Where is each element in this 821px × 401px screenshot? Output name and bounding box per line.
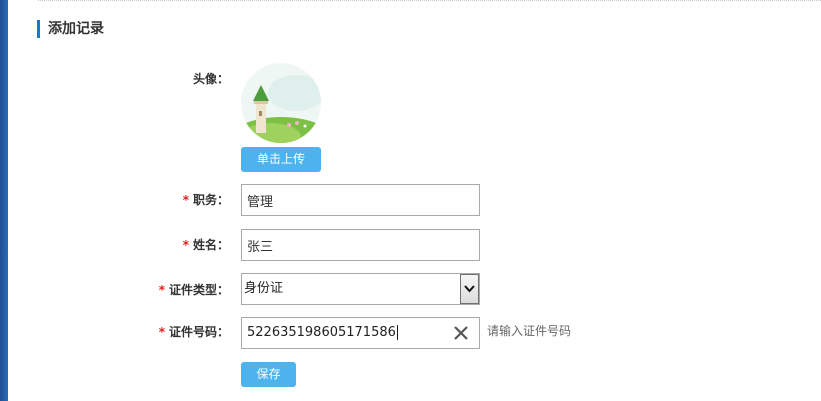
required-mark: *: [182, 193, 189, 207]
avatar-image: [241, 63, 321, 143]
left-edge-bar: [0, 0, 8, 401]
name-input[interactable]: [242, 230, 467, 260]
id-type-select[interactable]: 身份证: [241, 273, 480, 305]
section-title: 添加记录: [37, 20, 104, 38]
id-type-label: * 证件类型：: [34, 281, 229, 298]
id-number-label-text: 证件号码：: [168, 325, 229, 339]
position-input[interactable]: [242, 185, 467, 215]
id-number-value: 522635198605171586: [247, 325, 396, 340]
name-label: * 姓名：: [34, 236, 229, 253]
avatar-label: 头像：: [192, 72, 229, 86]
id-number-hint: 请输入证件号码: [487, 324, 572, 338]
position-label: * 职务：: [34, 191, 229, 208]
upload-button[interactable]: 单击上传: [241, 147, 321, 172]
id-number-input[interactable]: 522635198605171586: [247, 318, 398, 348]
close-icon[interactable]: [453, 325, 469, 341]
id-type-label-text: 证件类型：: [168, 283, 229, 297]
chevron-down-icon[interactable]: [460, 274, 479, 304]
name-field[interactable]: [241, 229, 480, 261]
save-button[interactable]: 保存: [241, 362, 296, 387]
id-number-field[interactable]: 522635198605171586: [241, 317, 480, 349]
top-divider: [38, 0, 821, 1]
name-label-text: 姓名：: [192, 238, 229, 252]
required-mark: *: [158, 283, 165, 297]
position-field[interactable]: [241, 184, 480, 216]
text-caret: [396, 325, 398, 340]
id-number-label: * 证件号码：: [34, 323, 229, 340]
position-label-text: 职务：: [192, 193, 229, 207]
id-type-selected: 身份证: [244, 281, 284, 296]
page: 添加记录 头像： 单击上传 *职务： *姓名： *证件类型：: [0, 0, 821, 401]
required-mark: *: [158, 325, 165, 339]
required-mark: *: [182, 238, 189, 252]
